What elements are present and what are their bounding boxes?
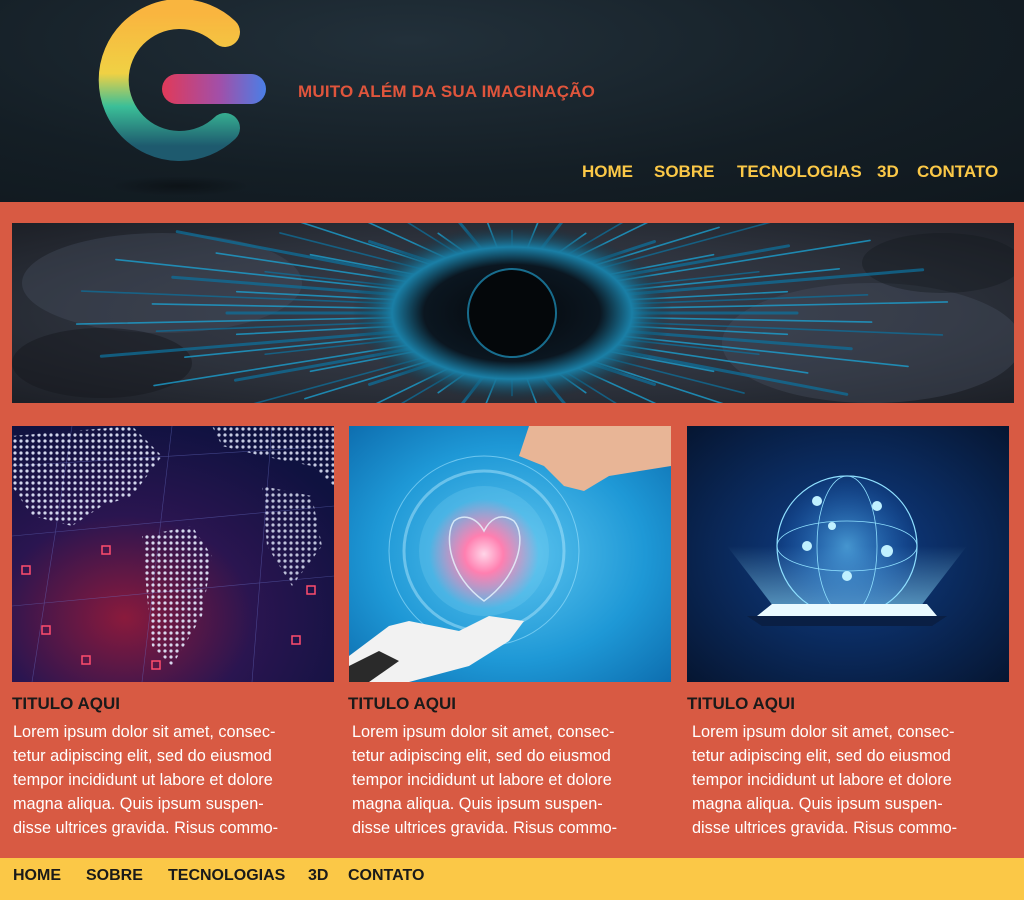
nav-tecnologias[interactable]: TECNOLOGIAS [737, 162, 862, 182]
footer-nav-sobre[interactable]: SOBRE [86, 867, 143, 885]
card-title: TITULO AQUI [348, 694, 456, 713]
site-footer: HOME SOBRE TECNOLOGIAS 3D CONTATO [0, 858, 1024, 900]
footer-nav-home[interactable]: HOME [13, 867, 61, 885]
site-header: MUITO ALÉM DA SUA IMAGINAÇÃO HOME SOBRE … [0, 0, 1024, 202]
card-text: Lorem ipsum dolor sit amet, consec- tetu… [352, 723, 618, 837]
nav-3d[interactable]: 3D [877, 162, 899, 182]
tablet-hologram-globe-image [687, 426, 1009, 682]
abstract-flower-banner-image [12, 223, 1014, 403]
footer-nav-tecnologias[interactable]: TECNOLOGIAS [168, 867, 285, 885]
footer-nav-3d[interactable]: 3D [308, 867, 328, 885]
card-image-tablet-globe[interactable] [687, 426, 1009, 682]
card-text: Lorem ipsum dolor sit amet, consec- tetu… [13, 723, 279, 837]
card-image-hologram-heart[interactable] [349, 426, 671, 682]
card-title: TITULO AQUI [687, 694, 795, 713]
nav-sobre[interactable]: SOBRE [654, 162, 714, 182]
top-navigation: HOME SOBRE TECNOLOGIAS 3D CONTATO [0, 162, 1024, 186]
site-tagline: MUITO ALÉM DA SUA IMAGINAÇÃO [298, 82, 596, 101]
nav-contato[interactable]: CONTATO [917, 162, 998, 182]
hero-banner [12, 223, 1014, 403]
footer-nav-contato[interactable]: CONTATO [348, 867, 424, 885]
nav-home[interactable]: HOME [582, 162, 633, 182]
digital-world-map-image [12, 426, 334, 682]
card-title: TITULO AQUI [12, 694, 120, 713]
card-image-world-map[interactable] [12, 426, 334, 682]
card-text: Lorem ipsum dolor sit amet, consec- tetu… [692, 723, 958, 837]
hologram-heart-robot-hand-image [349, 426, 671, 682]
